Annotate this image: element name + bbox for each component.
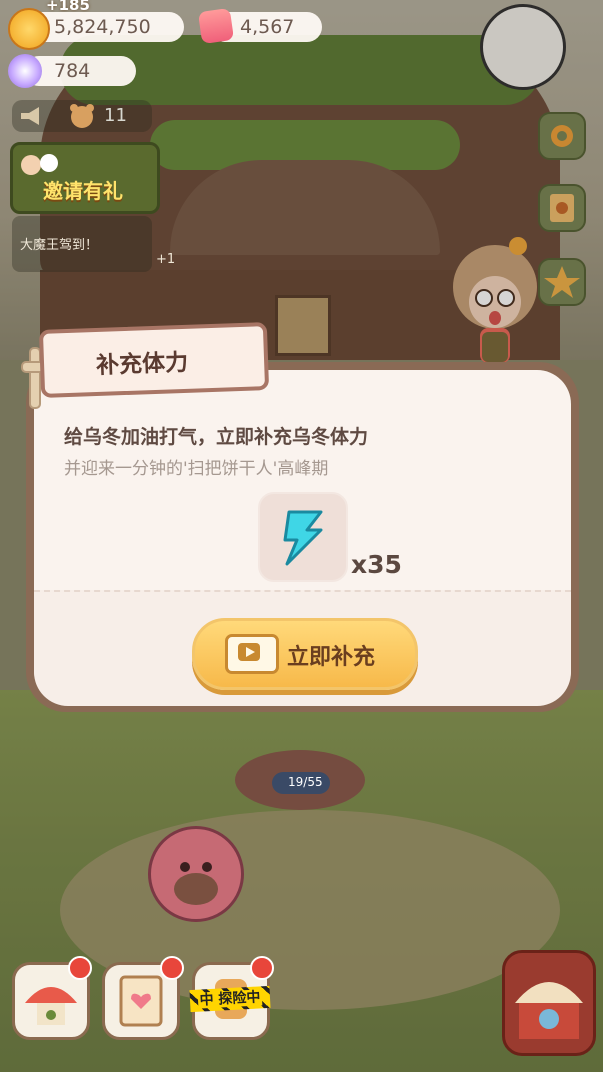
- orb-icon: [8, 54, 42, 88]
- dialog-title: 补充体力: [95, 349, 189, 380]
- stamina-quantity: x35: [351, 550, 402, 579]
- stage-progress-badge: 19/55: [272, 772, 330, 794]
- video-ad-icon: [225, 634, 279, 674]
- coin-icon: [8, 8, 50, 50]
- monster-face-icon: [174, 862, 218, 905]
- shop-tent-button[interactable]: [502, 950, 596, 1056]
- coin-value: 5,824,750: [54, 16, 151, 38]
- gem-icon: [197, 7, 235, 45]
- orb-value: 784: [54, 60, 91, 82]
- stage-progress-text: 19/55: [288, 775, 323, 789]
- dialog-title-tag: 补充体力: [38, 322, 270, 398]
- lightning-bolt-icon: [283, 510, 323, 566]
- notice-count: 11: [104, 105, 127, 126]
- invite-gift-button[interactable]: 邀请有礼: [10, 142, 160, 214]
- dialog-description: 给乌冬加油打气，立即补充乌冬体力: [64, 426, 369, 448]
- megaphone-icon: [21, 107, 39, 125]
- notice-bar[interactable]: 11: [12, 100, 152, 132]
- notification-dot: [250, 956, 274, 980]
- stamina-item-slot: [258, 492, 348, 582]
- notification-dot: [160, 956, 184, 980]
- notification-dot: [68, 956, 92, 980]
- refill-button-label: 立即补充: [287, 645, 376, 670]
- chat-box[interactable]: 大魔王驾到！: [12, 216, 152, 272]
- refill-now-button[interactable]: 立即补充: [192, 618, 418, 690]
- circus-tent-icon: [515, 982, 583, 1039]
- play-icon: [238, 643, 260, 661]
- exploring-tape: 中 探险中: [189, 985, 271, 1013]
- dialog-sub-description: 并迎来一分钟的'扫把饼干人'高峰期: [64, 459, 329, 479]
- exploring-tape-label: 中 探险中: [197, 989, 263, 1009]
- chat-plus-indicator: +1: [156, 252, 176, 267]
- invite-label: 邀请有礼: [43, 179, 123, 203]
- pink-monster-character[interactable]: [148, 826, 244, 922]
- gem-value: 4,567: [240, 16, 295, 38]
- chat-message: 大魔王驾到！: [20, 238, 99, 253]
- bear-head-icon: [70, 104, 94, 128]
